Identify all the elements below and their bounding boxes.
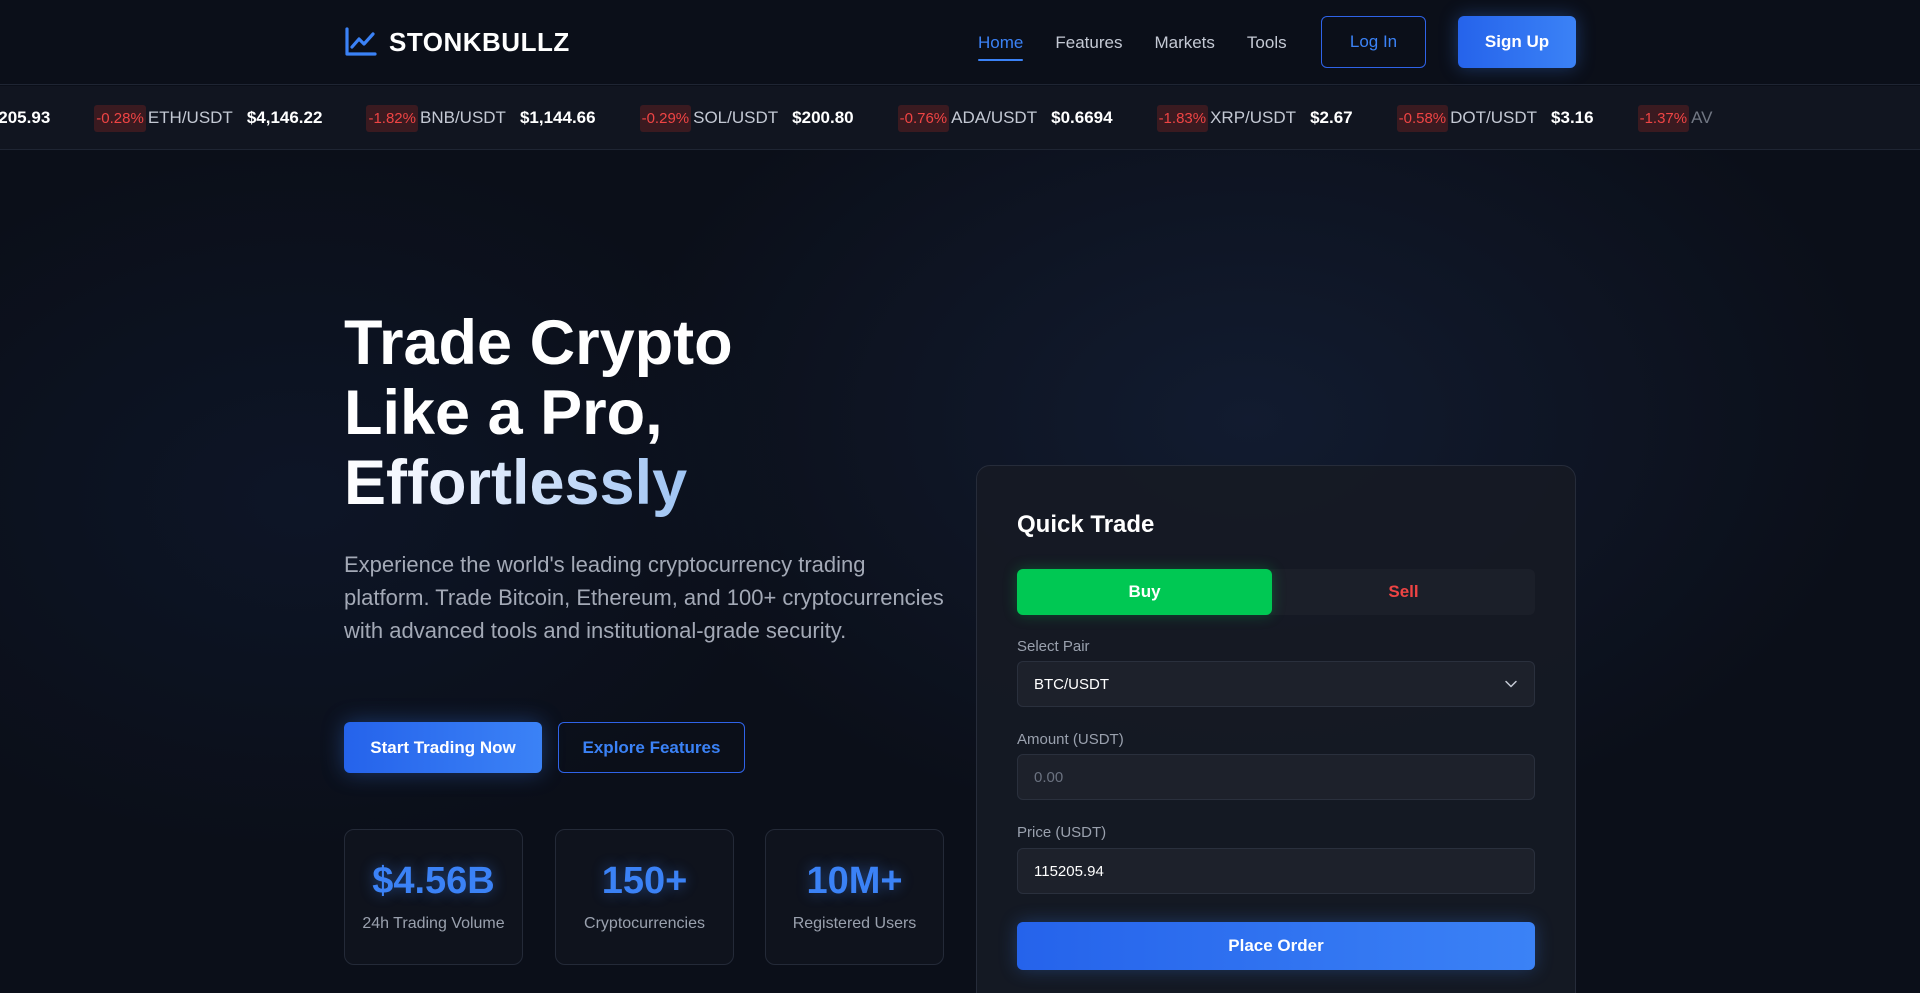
nav-item-home[interactable]: Home: [978, 25, 1024, 61]
ticker-pair: XRP/USDT: [1210, 108, 1297, 127]
stat-value: 10M+: [806, 860, 903, 902]
ticker-price: $1,144.66: [519, 108, 596, 127]
signup-button[interactable]: Sign Up: [1458, 16, 1576, 68]
ticker-pair: AV: [1691, 108, 1713, 127]
amount-input[interactable]: [1034, 768, 1518, 786]
price-label: Price (USDT): [1017, 824, 1107, 841]
ticker-item[interactable]: -0.29% SOL/USDT $200.80: [639, 104, 876, 132]
ticker-item[interactable]: -0.58% DOT/USDT $3.16: [1396, 104, 1616, 132]
ticker-price: $200.80: [792, 108, 854, 127]
login-button[interactable]: Log In: [1321, 16, 1426, 68]
stat-card-volume: $4.56B 24h Trading Volume: [344, 829, 523, 965]
line-chart-icon: [344, 27, 377, 57]
ticker-price: $2.67: [1310, 108, 1353, 127]
sell-tab[interactable]: Sell: [1272, 569, 1535, 615]
ticker-change: -0.76%: [897, 104, 950, 132]
explore-features-button[interactable]: Explore Features: [558, 722, 745, 773]
stat-card-users: 10M+ Registered Users: [765, 829, 944, 965]
ticker-change: -0.28%: [94, 104, 146, 132]
stat-card-cryptocurrencies: 150+ Cryptocurrencies: [555, 829, 734, 965]
hero-description: Experience the world's leading cryptocur…: [344, 552, 944, 643]
price-input[interactable]: [1034, 862, 1518, 880]
ticker-pair: ETH/USDT: [147, 108, 233, 127]
ticker-price: $0.6694: [1051, 108, 1113, 127]
ticker-change: -1.82%: [366, 104, 418, 132]
nav-item-tools[interactable]: Tools: [1247, 25, 1287, 61]
ticker-pair: ADA/USDT: [951, 108, 1038, 127]
amount-label: Amount (USDT): [1017, 731, 1124, 748]
price-ticker: DT $115,205.93 -0.28% ETH/USDT $4,146.22…: [0, 86, 1920, 150]
ticker-price: $3.16: [1551, 108, 1594, 127]
stat-label: Registered Users: [792, 915, 917, 932]
brand-name: STONKBULLZ: [389, 26, 570, 57]
brand-logo[interactable]: STONKBULLZ: [344, 25, 570, 59]
ticker-price: $4,146.22: [246, 108, 323, 127]
ticker-item[interactable]: DT $115,205.93: [0, 108, 72, 128]
ticker-change: -1.37%: [1637, 104, 1690, 132]
ticker-pair: SOL/USDT: [693, 108, 779, 127]
main-nav: Home Features Markets Tools: [978, 0, 1287, 85]
hero-title-line-2: Like a Pro,: [344, 378, 663, 448]
ticker-item[interactable]: -1.82% BNB/USDT $1,144.66: [366, 104, 617, 132]
buy-tab[interactable]: Buy: [1017, 569, 1272, 615]
place-order-button[interactable]: Place Order: [1017, 922, 1535, 970]
ticker-change: -0.58%: [1396, 104, 1449, 132]
nav-item-markets[interactable]: Markets: [1154, 25, 1214, 61]
top-navbar: STONKBULLZ Home Features Markets Tools L…: [0, 0, 1920, 85]
nav-item-features[interactable]: Features: [1055, 25, 1122, 61]
ticker-price: $115,205.93: [0, 108, 51, 127]
ticker-item[interactable]: -1.83% XRP/USDT $2.67: [1156, 104, 1375, 132]
price-field: [1017, 848, 1535, 894]
ticker-change: -1.83%: [1156, 104, 1209, 132]
hero-title-line-3: Effortlessly: [344, 448, 688, 518]
stat-value: $4.56B: [372, 860, 495, 902]
quick-trade-title: Quick Trade: [1017, 511, 1155, 538]
hero-title-line-1: Trade Crypto: [344, 308, 733, 378]
pair-select-value: BTC/USDT: [1034, 675, 1109, 693]
ticker-pair: BNB/USDT: [419, 108, 506, 127]
ticker-item[interactable]: -1.37% AV: [1637, 104, 1749, 132]
ticker-track: DT $115,205.93 -0.28% ETH/USDT $4,146.22…: [0, 86, 1771, 149]
select-pair-label: Select Pair: [1017, 638, 1090, 655]
ticker-change: -0.29%: [639, 104, 692, 132]
stat-label: 24h Trading Volume: [362, 915, 505, 932]
pair-select[interactable]: BTC/USDT: [1017, 661, 1535, 707]
ticker-pair: DOT/USDT: [1450, 108, 1538, 127]
buy-sell-toggle: Buy Sell: [1017, 569, 1535, 615]
amount-field: [1017, 754, 1535, 800]
stat-label: Cryptocurrencies: [584, 915, 705, 932]
stat-value: 150+: [601, 860, 688, 902]
hero-title: Trade Crypto Like a Pro, Effortlessly: [344, 308, 904, 518]
quick-trade-card: Quick Trade Buy Sell Select Pair BTC/USD…: [976, 465, 1576, 993]
chevron-down-icon: [1504, 677, 1518, 695]
start-trading-button[interactable]: Start Trading Now: [344, 722, 542, 773]
ticker-item[interactable]: -0.28% ETH/USDT $4,146.22: [94, 104, 344, 132]
ticker-item[interactable]: -0.76% ADA/USDT $0.6694: [897, 104, 1135, 132]
